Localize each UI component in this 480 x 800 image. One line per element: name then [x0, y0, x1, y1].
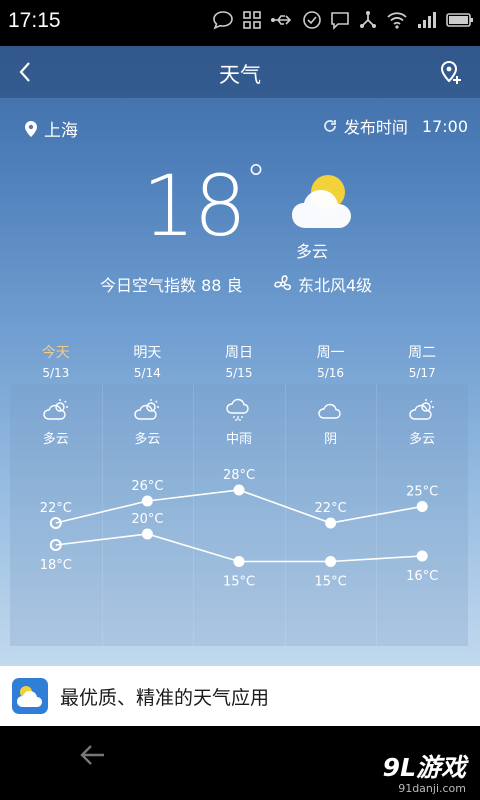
- publish-time-value: 17:00: [421, 116, 468, 136]
- watermark-brand: 9L游戏: [382, 753, 466, 782]
- apps-grid-icon: [242, 10, 262, 34]
- navigation-bar: 9L游戏 91danji.com: [0, 726, 480, 800]
- degree-symbol: °: [246, 157, 266, 203]
- high-temperature-point: [325, 517, 337, 529]
- low-temperature-point: [141, 528, 153, 540]
- current-temperature: 18 °: [142, 160, 266, 248]
- high-temperature-point: [141, 495, 153, 507]
- forecast-day[interactable]: 今天 5/13: [10, 342, 102, 380]
- day-name: 今天: [41, 345, 70, 361]
- day-date: 5/16: [317, 366, 345, 380]
- location-name: 上海: [44, 121, 78, 141]
- low-temperature-point: [233, 556, 245, 567]
- high-temperature-point: [416, 501, 428, 512]
- forecast-panel: 多云 多云 中雨 阴 多云 22°C 26°C 28°C 22°C 25°C 18°C 2…: [10, 384, 468, 646]
- day-date: 5/15: [225, 366, 253, 380]
- publish-time[interactable]: 发布时间 17:00: [322, 114, 468, 138]
- high-temperature-label: 26°C: [131, 479, 163, 494]
- day-name: 明天: [133, 345, 162, 361]
- forecast-day[interactable]: 周一 5/16: [285, 342, 377, 380]
- status-icons: [212, 10, 474, 34]
- title-bar: 天气: [0, 46, 480, 98]
- high-temperature-label: 22°C: [40, 501, 72, 516]
- refresh-icon: [324, 120, 336, 132]
- high-temperature-label: 25°C: [406, 485, 438, 500]
- banner-text: 最优质、精准的天气应用: [60, 687, 270, 709]
- app-logo-icon: [12, 678, 48, 714]
- partly-cloudy-icon: [288, 172, 354, 234]
- current-condition: 多云: [296, 242, 329, 261]
- day-date: 5/14: [133, 366, 161, 380]
- wind-text: 东北风4级: [298, 276, 373, 295]
- air-quality-index: 今日空气指数 88 良: [100, 276, 243, 295]
- high-temperature-label: 28°C: [223, 468, 255, 483]
- watermark: 9L游戏 91danji.com: [383, 748, 466, 795]
- forecast-day[interactable]: 周日 5/15: [193, 342, 285, 380]
- day-date: 5/13: [42, 366, 70, 380]
- wifi-icon: [386, 10, 408, 34]
- high-temperature-label: 22°C: [315, 501, 347, 516]
- usb-icon: [270, 10, 294, 34]
- low-temperature-point: [325, 556, 337, 567]
- weather-screen: 天气 上海 发布时间 17:00 18 ° 多云 今日空气指数 88 良 东北风…: [0, 46, 480, 666]
- add-location-button[interactable]: [438, 60, 464, 86]
- status-bar: 17:15: [0, 0, 480, 46]
- low-temperature-label: 20°C: [131, 512, 163, 527]
- forecast-day[interactable]: 明天 5/14: [102, 342, 194, 380]
- publish-label: 发布时间: [343, 118, 408, 137]
- chat-icon: [212, 10, 234, 34]
- low-temperature-label: 16°C: [406, 569, 438, 584]
- low-temperature-point: [416, 550, 428, 562]
- location-pin-icon: [25, 120, 37, 137]
- location[interactable]: 上海: [24, 116, 78, 141]
- low-temperature-label: 15°C: [223, 575, 255, 590]
- temperature-chart: 22°C 26°C 28°C 22°C 25°C 18°C 20°C 15°C 15°C 16°…: [40, 468, 439, 590]
- arrow-left-icon: [80, 745, 104, 765]
- current-temperature-value: 18: [142, 157, 247, 255]
- location-add-icon: [440, 60, 461, 84]
- day-name: 周二: [408, 345, 437, 361]
- nav-back-button[interactable]: [78, 740, 108, 770]
- battery-icon: [446, 10, 474, 34]
- forecast-days: 今天 5/13 明天 5/14 周日 5/15 周一 5/16 周二 5/17: [10, 342, 468, 380]
- promo-banner[interactable]: 最优质、精准的天气应用: [0, 666, 480, 726]
- day-name: 周一: [316, 345, 345, 361]
- forecast-day[interactable]: 周二 5/17: [376, 342, 468, 380]
- wind-info: 东北风4级: [274, 272, 372, 296]
- message-icon: [330, 10, 350, 34]
- low-temperature-label: 18°C: [40, 558, 72, 573]
- fan-icon: [274, 275, 291, 291]
- day-date: 5/17: [408, 366, 436, 380]
- signal-icon: [416, 10, 438, 34]
- check-circle-icon: [302, 10, 322, 34]
- day-name: 周日: [224, 345, 253, 361]
- network-share-icon: [358, 10, 378, 34]
- high-temperature-point: [233, 484, 245, 496]
- status-time: 17:15: [8, 9, 61, 32]
- low-temperature-label: 15°C: [315, 575, 347, 590]
- page-title: 天气: [219, 63, 261, 87]
